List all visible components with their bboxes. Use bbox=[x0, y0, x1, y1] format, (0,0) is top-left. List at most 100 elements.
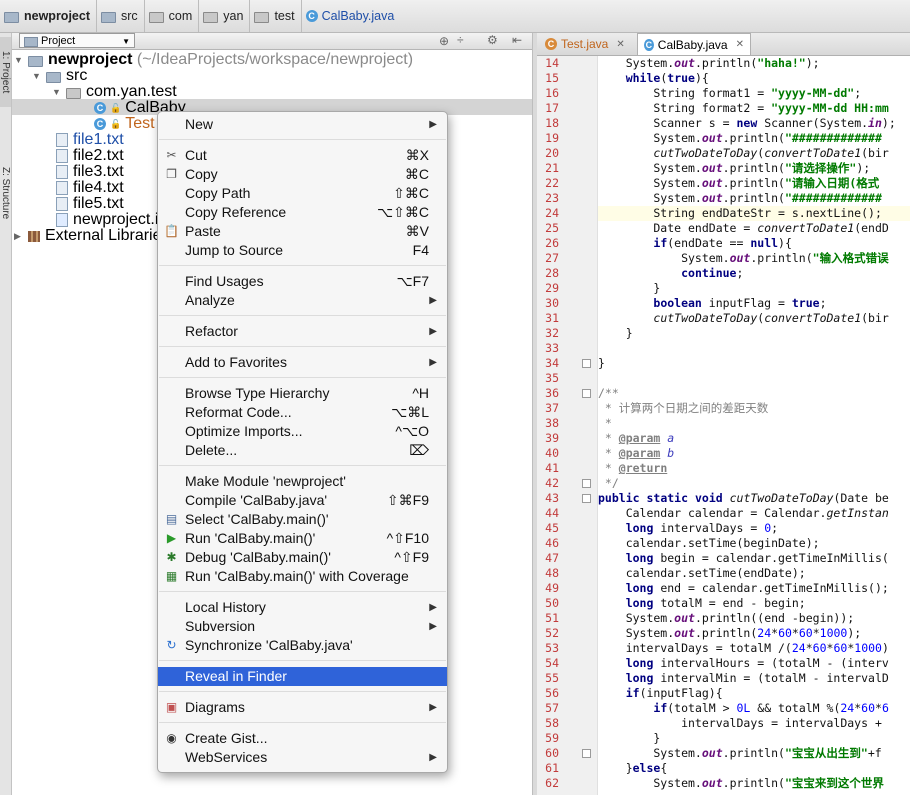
project-tool-tab[interactable]: 1: Project bbox=[0, 37, 11, 107]
code-line: Calendar calendar = Calendar.getInstan bbox=[598, 506, 889, 520]
code-line: public static void cutTwoDateToDay(Date … bbox=[598, 491, 889, 505]
menu-item-run-calbaby-main-with-coverage[interactable]: ▦ Run 'CalBaby.main()' with Coverage bbox=[158, 567, 447, 586]
gear-icon[interactable]: ⚙ bbox=[487, 33, 498, 47]
menu-item-label: Compile 'CalBaby.java' bbox=[185, 492, 328, 508]
tree-item-package[interactable]: ▼ com.yan.test bbox=[52, 84, 177, 100]
menu-item-select-calbaby-main[interactable]: ▤ Select 'CalBaby.main()' bbox=[158, 510, 447, 529]
menu-item-delete[interactable]: Delete... ⌦ bbox=[158, 441, 447, 460]
tree-item-file4[interactable]: file4.txt bbox=[56, 180, 124, 196]
fold-marker-icon[interactable] bbox=[582, 359, 591, 368]
project-view-select[interactable]: Project ▼ bbox=[19, 33, 135, 48]
expand-arrow-icon[interactable]: ▼ bbox=[14, 52, 28, 68]
menu-item-synchronize-calbaby-java[interactable]: ↻ Synchronize 'CalBaby.java' bbox=[158, 636, 447, 655]
menu-item-browse-type-hierarchy[interactable]: Browse Type Hierarchy ^H bbox=[158, 384, 447, 403]
menu-item-paste[interactable]: 📋 Paste ⌘V bbox=[158, 222, 447, 241]
menu-item-make-module-newproject[interactable]: Make Module 'newproject' bbox=[158, 472, 447, 491]
submenu-arrow-icon: ▶ bbox=[429, 326, 437, 337]
menu-shortcut: ⌥⇧⌘C bbox=[377, 204, 429, 220]
breadcrumb-item-file[interactable]: C CalBaby.java bbox=[302, 0, 401, 32]
code-line: System.out.println("请输入日期(格式 bbox=[598, 176, 880, 190]
line-number: 29 bbox=[545, 281, 559, 295]
menu-item-create-gist[interactable]: ◉ Create Gist... bbox=[158, 729, 447, 748]
run-icon: ▶ bbox=[166, 531, 177, 545]
tree-item-file2[interactable]: file2.txt bbox=[56, 148, 124, 164]
tree-item-libraries[interactable]: ▶ External Libraries bbox=[14, 228, 170, 244]
menu-separator bbox=[159, 591, 446, 592]
fold-marker-icon[interactable] bbox=[582, 494, 591, 503]
tree-item-root[interactable]: ▼ newproject (~/IdeaProjects/workspace/n… bbox=[14, 52, 413, 68]
menu-item-run-calbaby-main[interactable]: ▶ Run 'CalBaby.main()' ^⇧F10 bbox=[158, 529, 447, 548]
text-file-icon bbox=[56, 181, 68, 195]
menu-item-add-to-favorites[interactable]: Add to Favorites ▶ bbox=[158, 353, 447, 372]
close-icon[interactable]: ✕ bbox=[616, 39, 624, 50]
menu-item-copy-reference[interactable]: Copy Reference ⌥⇧⌘C bbox=[158, 203, 447, 222]
tab-test-java[interactable]: C Test.java ✕ bbox=[539, 33, 633, 55]
tree-item-file1[interactable]: file1.txt bbox=[56, 132, 124, 148]
diagram-icon: ▣ bbox=[165, 700, 178, 714]
code-line: long end = calendar.getTimeInMillis(); bbox=[625, 581, 889, 595]
menu-item-local-history[interactable]: Local History ▶ bbox=[158, 598, 447, 617]
menu-item-webservices[interactable]: WebServices ▶ bbox=[158, 748, 447, 767]
line-number: 41 bbox=[545, 461, 559, 475]
menu-shortcut: ^⌥O bbox=[395, 423, 429, 439]
structure-tool-tab[interactable]: Z: Structure bbox=[0, 153, 11, 233]
menu-item-label: Copy Reference bbox=[185, 204, 287, 220]
menu-item-reformat-code[interactable]: Reformat Code... ⌥⌘L bbox=[158, 403, 447, 422]
breadcrumb-item-yan[interactable]: yan bbox=[199, 0, 251, 32]
breadcrumb-item-com[interactable]: com bbox=[145, 0, 200, 32]
fold-marker-icon[interactable] bbox=[582, 749, 591, 758]
menu-item-copy[interactable]: ❐ Copy ⌘C bbox=[158, 165, 447, 184]
menu-item-label: Run 'CalBaby.main()' bbox=[185, 530, 316, 546]
menu-item-refactor[interactable]: Refactor ▶ bbox=[158, 322, 447, 341]
editor-tab-bar: C Test.java ✕ C CalBaby.java ✕ bbox=[537, 33, 910, 56]
menu-item-debug-calbaby-main[interactable]: ✱ Debug 'CalBaby.main()' ^⇧F9 bbox=[158, 548, 447, 567]
breadcrumb-item-project[interactable]: newproject bbox=[0, 0, 97, 32]
tree-item-test[interactable]: C 🔓 Test bbox=[94, 116, 155, 132]
menu-item-reveal-in-finder[interactable]: Reveal in Finder bbox=[158, 667, 447, 686]
select-icon: ▤ bbox=[165, 512, 178, 526]
menu-item-cut[interactable]: ✂ Cut ⌘X bbox=[158, 146, 447, 165]
line-number: 21 bbox=[545, 161, 559, 175]
tree-item-file5[interactable]: file5.txt bbox=[56, 196, 124, 212]
code-line: System.out.println("宝宝来到这个世界 bbox=[598, 776, 884, 790]
code-line: System.out.println(24*60*60*1000); bbox=[598, 626, 862, 640]
menu-item-label: Reformat Code... bbox=[185, 404, 292, 420]
code-line: System.out.println("haha!"); bbox=[598, 56, 820, 70]
code-line: calendar.setTime(beginDate); bbox=[598, 536, 820, 550]
tree-item-src[interactable]: ▼ src bbox=[32, 68, 87, 84]
github-icon: ◉ bbox=[166, 731, 177, 745]
menu-item-diagrams[interactable]: ▣ Diagrams ▶ bbox=[158, 698, 447, 717]
code-line: System.out.println("############# bbox=[598, 131, 882, 145]
menu-item-find-usages[interactable]: Find Usages ⌥F7 bbox=[158, 272, 447, 291]
menu-item-new[interactable]: New ▶ bbox=[158, 115, 447, 134]
menu-item-analyze[interactable]: Analyze ▶ bbox=[158, 291, 447, 310]
class-icon: C bbox=[94, 118, 106, 130]
breadcrumb-item-src[interactable]: src bbox=[97, 0, 145, 32]
code-line: } bbox=[598, 326, 633, 340]
code-line: System.out.println("############# bbox=[598, 191, 882, 205]
menu-item-copy-path[interactable]: Copy Path ⇧⌘C bbox=[158, 184, 447, 203]
fold-marker-icon[interactable] bbox=[582, 479, 591, 488]
menu-item-label: Cut bbox=[185, 147, 207, 163]
tree-item-file3[interactable]: file3.txt bbox=[56, 164, 124, 180]
code-line: }else{ bbox=[598, 761, 668, 775]
fold-marker-icon[interactable] bbox=[582, 389, 591, 398]
submenu-arrow-icon: ▶ bbox=[429, 295, 437, 306]
expand-arrow-icon[interactable]: ▶ bbox=[14, 228, 28, 244]
expand-arrow-icon[interactable]: ▼ bbox=[32, 68, 46, 84]
tab-calbaby-java[interactable]: C CalBaby.java ✕ bbox=[637, 33, 751, 55]
close-icon[interactable]: ✕ bbox=[736, 39, 744, 50]
expand-arrow-icon[interactable]: ▼ bbox=[52, 84, 66, 100]
menu-item-compile-calbaby-java[interactable]: Compile 'CalBaby.java' ⇧⌘F9 bbox=[158, 491, 447, 510]
menu-item-optimize-imports[interactable]: Optimize Imports... ^⌥O bbox=[158, 422, 447, 441]
collapse-icon[interactable]: ÷ bbox=[457, 33, 464, 47]
breadcrumb-item-test[interactable]: test bbox=[250, 0, 302, 32]
paste-icon: 📋 bbox=[164, 224, 179, 238]
code-line: System.out.println("宝宝从出生到"+f bbox=[598, 746, 882, 760]
submenu-arrow-icon: ▶ bbox=[429, 119, 437, 130]
hide-panel-icon[interactable]: ⇤ bbox=[512, 33, 522, 47]
menu-item-jump-to-source[interactable]: Jump to Source F4 bbox=[158, 241, 447, 260]
folder-icon bbox=[4, 11, 19, 23]
target-icon[interactable]: ⊕ bbox=[439, 34, 449, 48]
menu-item-subversion[interactable]: Subversion ▶ bbox=[158, 617, 447, 636]
